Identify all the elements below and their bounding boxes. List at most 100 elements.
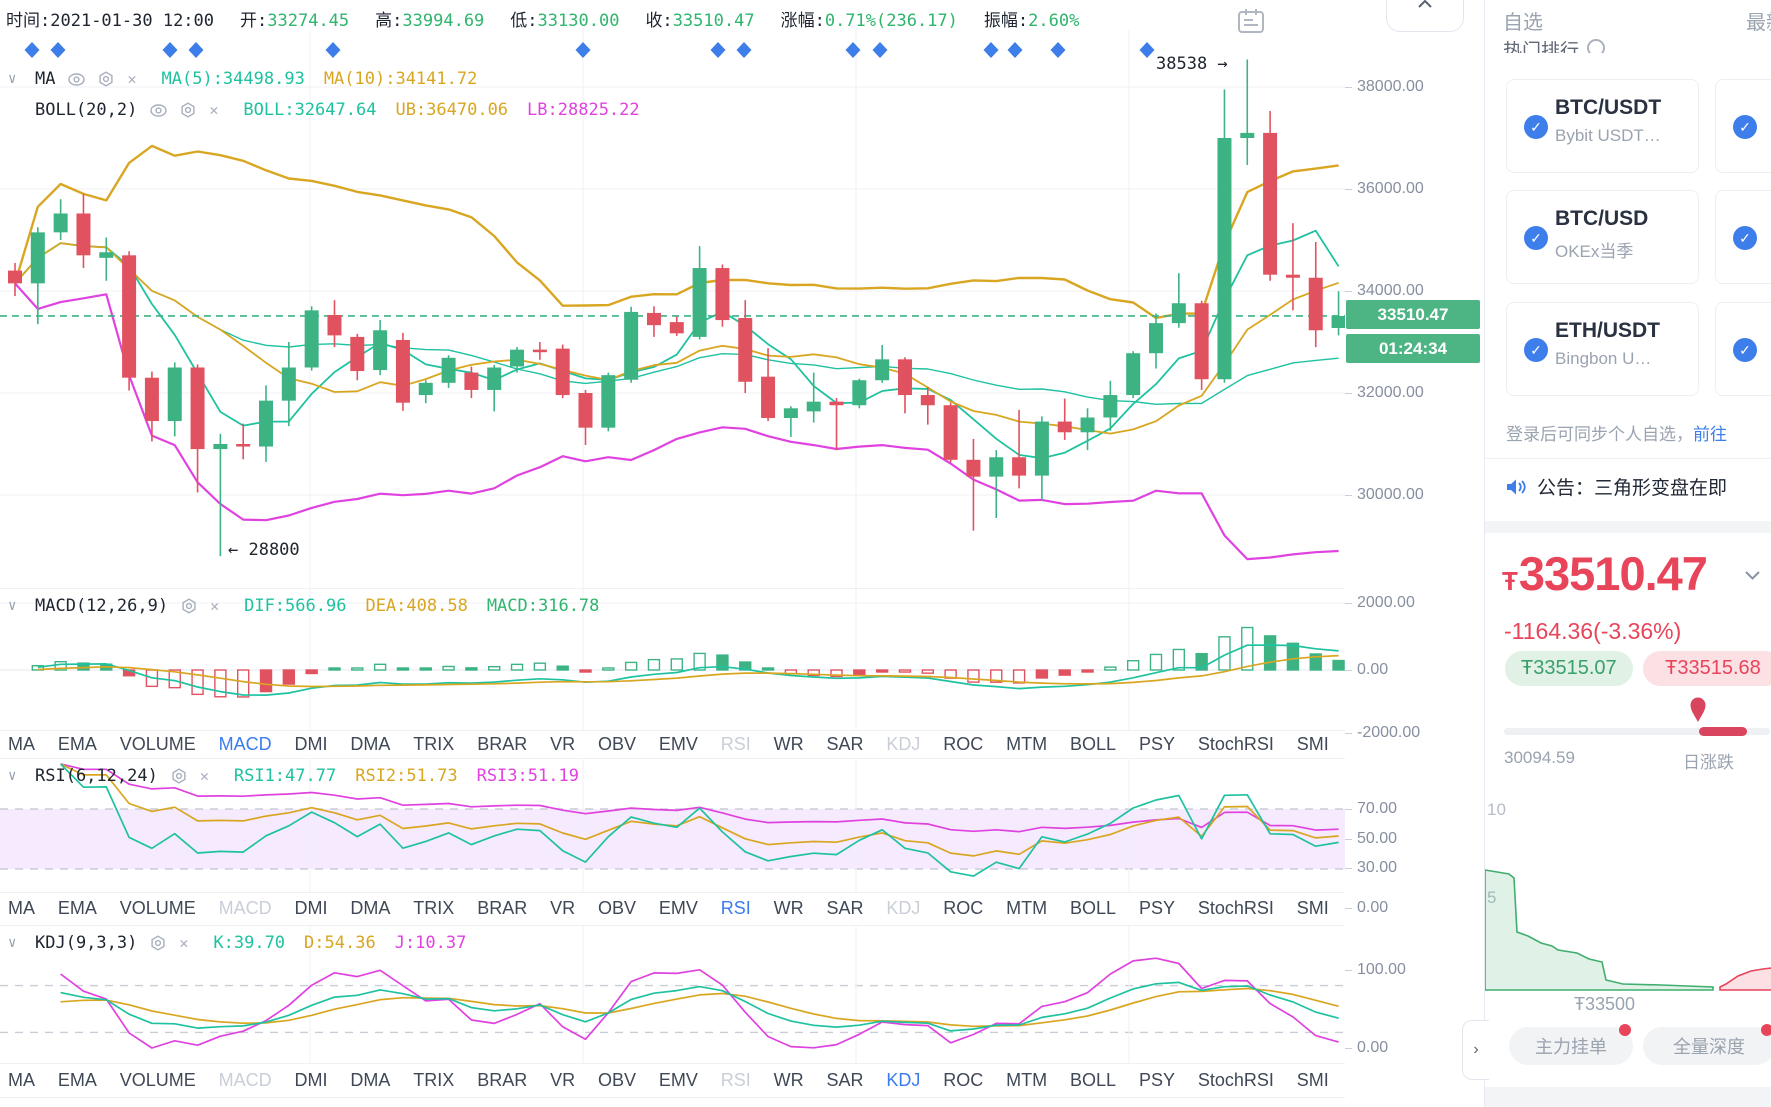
tab-dma[interactable]: DMA	[350, 898, 390, 919]
tab-stochrsi[interactable]: StochRSI	[1198, 1070, 1274, 1091]
tab-wr[interactable]: WR	[774, 734, 804, 755]
button-main-orders[interactable]: 主力挂单	[1509, 1027, 1633, 1065]
collapse-chevron-icon[interactable]: ∨	[8, 935, 22, 951]
settings-icon[interactable]	[181, 598, 197, 614]
collapse-chevron-icon[interactable]: ∨	[8, 598, 22, 614]
tab-kdj[interactable]: KDJ	[886, 1070, 920, 1091]
slider-pin-icon[interactable]	[1688, 694, 1708, 724]
tab-trix[interactable]: TRIX	[413, 1070, 454, 1091]
tab-macd[interactable]: MACD	[219, 1070, 272, 1091]
tab-smi[interactable]: SMI	[1297, 898, 1329, 919]
tab-roc[interactable]: ROC	[943, 734, 983, 755]
check-icon[interactable]: ✓	[1733, 338, 1757, 362]
event-diamond-icon[interactable]	[872, 42, 888, 58]
tab-obv[interactable]: OBV	[598, 1070, 636, 1091]
tab-obv[interactable]: OBV	[598, 898, 636, 919]
tab-rsi[interactable]: RSI	[721, 898, 751, 919]
tab-dmi[interactable]: DMI	[295, 734, 328, 755]
tab-boll[interactable]: BOLL	[1070, 898, 1116, 919]
chevron-down-icon[interactable]	[1744, 570, 1761, 581]
eye-icon[interactable]	[150, 103, 168, 117]
tab-mtm[interactable]: MTM	[1006, 1070, 1047, 1091]
tab-mtm[interactable]: MTM	[1006, 734, 1047, 755]
tab-rsi[interactable]: RSI	[721, 734, 751, 755]
tab-vr[interactable]: VR	[550, 734, 575, 755]
event-diamond-icon[interactable]	[983, 42, 999, 58]
event-diamond-icon[interactable]	[845, 42, 861, 58]
hot-rank-row[interactable]: 热门排行	[1503, 36, 1606, 53]
tab-dma[interactable]: DMA	[350, 734, 390, 755]
tab-roc[interactable]: ROC	[943, 898, 983, 919]
tab-volume[interactable]: VOLUME	[120, 898, 196, 919]
tab-macd[interactable]: MACD	[219, 734, 272, 755]
tab-vr[interactable]: VR	[550, 898, 575, 919]
event-diamond-icon[interactable]	[162, 42, 178, 58]
tab-roc[interactable]: ROC	[943, 1070, 983, 1091]
close-icon[interactable]: ✕	[179, 934, 188, 952]
event-diamond-icon[interactable]	[1007, 42, 1023, 58]
close-icon[interactable]: ✕	[210, 597, 219, 615]
tab-emv[interactable]: EMV	[659, 1070, 698, 1091]
tab-volume[interactable]: VOLUME	[120, 1070, 196, 1091]
collapse-panel-button[interactable]	[1386, 0, 1464, 32]
tab-dma[interactable]: DMA	[350, 1070, 390, 1091]
tab-boll[interactable]: BOLL	[1070, 734, 1116, 755]
tab-obv[interactable]: OBV	[598, 734, 636, 755]
event-diamond-icon[interactable]	[736, 42, 752, 58]
event-diamond-icon[interactable]	[24, 42, 40, 58]
tab-trix[interactable]: TRIX	[413, 734, 454, 755]
collapse-chevron-icon[interactable]: ∨	[8, 71, 22, 87]
settings-icon[interactable]	[180, 102, 196, 118]
tab-mtm[interactable]: MTM	[1006, 898, 1047, 919]
tab-smi[interactable]: SMI	[1297, 1070, 1329, 1091]
tab-ema[interactable]: EMA	[58, 898, 97, 919]
eye-icon[interactable]	[68, 72, 86, 86]
check-icon[interactable]: ✓	[1524, 226, 1548, 250]
tab-kdj[interactable]: KDJ	[886, 734, 920, 755]
tab-latest[interactable]: 最新	[1746, 6, 1771, 35]
tab-boll[interactable]: BOLL	[1070, 1070, 1116, 1091]
tab-vr[interactable]: VR	[550, 1070, 575, 1091]
settings-icon[interactable]	[171, 768, 187, 784]
tab-brar[interactable]: BRAR	[477, 898, 527, 919]
calendar-icon[interactable]	[1237, 8, 1265, 34]
event-diamond-icon[interactable]	[325, 42, 341, 58]
tab-sar[interactable]: SAR	[827, 1070, 864, 1091]
tab-psy[interactable]: PSY	[1139, 898, 1175, 919]
tab-stochrsi[interactable]: StochRSI	[1198, 734, 1274, 755]
check-icon[interactable]: ✓	[1524, 115, 1548, 139]
event-diamond-icon[interactable]	[50, 42, 66, 58]
watchlist-card-partial[interactable]: ✓	[1715, 79, 1771, 173]
close-icon[interactable]: ✕	[200, 767, 209, 785]
tab-psy[interactable]: PSY	[1139, 734, 1175, 755]
tab-rsi[interactable]: RSI	[721, 1070, 751, 1091]
tab-dmi[interactable]: DMI	[295, 1070, 328, 1091]
tab-smi[interactable]: SMI	[1297, 734, 1329, 755]
check-icon[interactable]: ✓	[1733, 115, 1757, 139]
tab-emv[interactable]: EMV	[659, 734, 698, 755]
watchlist-card-btc-usdt[interactable]: ✓ BTC/USDT Bybit USDT…	[1506, 79, 1699, 173]
ask-price-pill[interactable]: Ŧ33515.68	[1643, 651, 1771, 686]
tab-ma[interactable]: MA	[8, 1070, 35, 1091]
collapse-chevron-icon[interactable]: ∨	[8, 768, 22, 784]
watchlist-card-partial[interactable]: ✓	[1715, 190, 1771, 284]
tab-wr[interactable]: WR	[774, 898, 804, 919]
tab-stochrsi[interactable]: StochRSI	[1198, 898, 1274, 919]
tab-ema[interactable]: EMA	[58, 1070, 97, 1091]
settings-icon[interactable]	[150, 935, 166, 951]
event-diamond-icon[interactable]	[1050, 42, 1066, 58]
tab-macd[interactable]: MACD	[219, 898, 272, 919]
announcement-row[interactable]: 公告：三角形变盘在即	[1505, 473, 1765, 500]
tab-ma[interactable]: MA	[8, 898, 35, 919]
tab-trix[interactable]: TRIX	[413, 898, 454, 919]
expand-sidebar-button[interactable]: ›	[1462, 1020, 1489, 1080]
watchlist-card-btc-usd[interactable]: ✓ BTC/USD OKEx当季	[1506, 190, 1699, 284]
tab-brar[interactable]: BRAR	[477, 734, 527, 755]
button-full-depth[interactable]: 全量深度	[1643, 1027, 1771, 1065]
tab-sar[interactable]: SAR	[827, 734, 864, 755]
tab-watchlist[interactable]: 自选	[1503, 6, 1543, 35]
tab-kdj[interactable]: KDJ	[886, 898, 920, 919]
tab-ma[interactable]: MA	[8, 734, 35, 755]
close-icon[interactable]: ✕	[209, 101, 218, 119]
close-icon[interactable]: ✕	[127, 70, 136, 88]
